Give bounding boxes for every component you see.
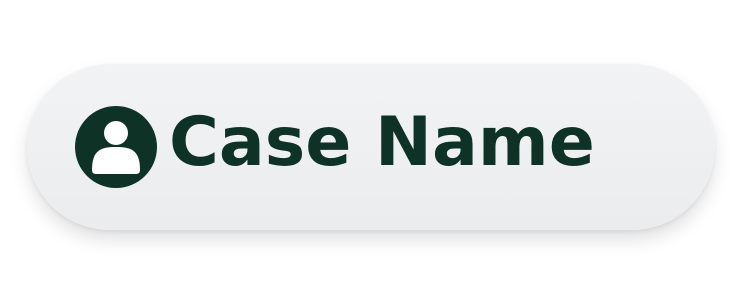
canvas: Case Name <box>0 0 750 300</box>
case-name-button[interactable]: Case Name <box>27 64 715 230</box>
button-label: Case Name <box>169 103 595 182</box>
user-avatar-icon <box>75 106 157 188</box>
